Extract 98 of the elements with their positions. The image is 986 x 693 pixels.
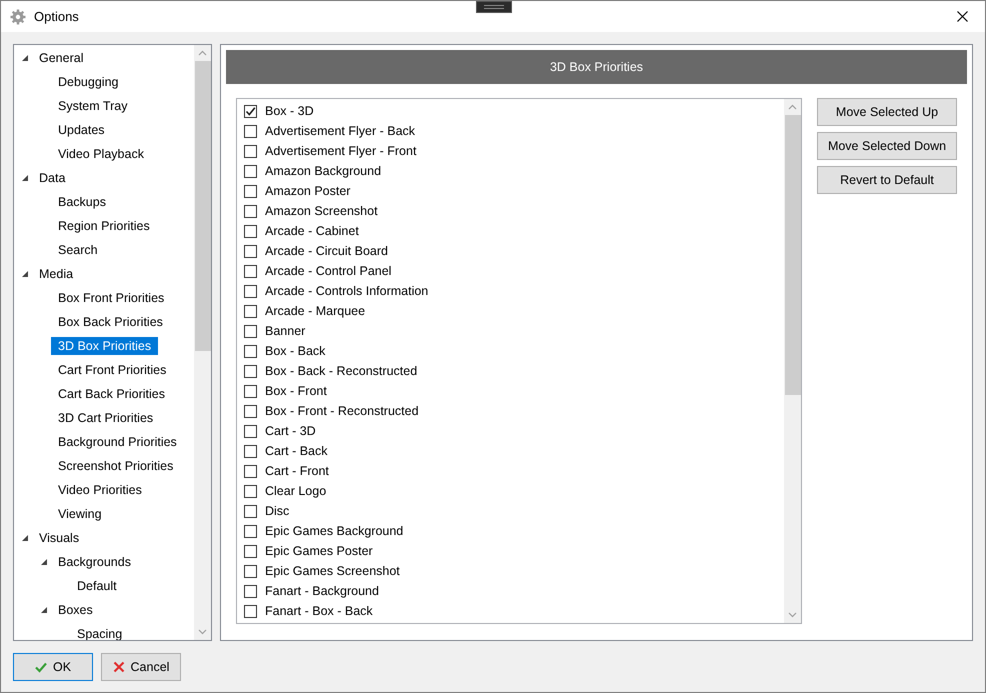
item-label[interactable]: Arcade - Marquee: [265, 304, 366, 318]
tree-item[interactable]: Video Priorities: [51, 481, 149, 499]
tree-item[interactable]: Backups: [51, 193, 113, 211]
tree-item[interactable]: Data: [32, 169, 72, 187]
item-label[interactable]: Advertisement Flyer - Back: [265, 124, 416, 138]
close-icon: [112, 661, 125, 673]
tree-item[interactable]: Region Priorities: [51, 217, 157, 235]
checkbox[interactable]: [244, 604, 257, 618]
checkbox[interactable]: [244, 524, 257, 538]
item-label[interactable]: Epic Games Background: [265, 524, 404, 538]
checkbox[interactable]: [244, 344, 257, 358]
item-label[interactable]: Epic Games Poster: [265, 544, 373, 558]
tree-item[interactable]: Updates: [51, 121, 112, 139]
tree-item[interactable]: Search: [51, 241, 105, 259]
item-label[interactable]: Disc: [265, 504, 290, 518]
window-title: Options: [34, 9, 79, 24]
checkbox[interactable]: [244, 564, 257, 578]
expanded-arrow-icon[interactable]: [40, 606, 48, 614]
checkbox[interactable]: [244, 464, 257, 478]
tree-item[interactable]: Viewing: [51, 505, 109, 523]
list-scrollbar[interactable]: [784, 99, 801, 623]
checkbox[interactable]: [244, 144, 257, 158]
item-label[interactable]: Advertisement Flyer - Front: [265, 144, 416, 158]
tree-item[interactable]: Cart Front Priorities: [51, 361, 174, 379]
item-label[interactable]: Cart - Front: [265, 464, 329, 478]
checkbox[interactable]: [244, 244, 257, 258]
tree-item[interactable]: Video Playback: [51, 145, 151, 163]
checkbox[interactable]: [244, 304, 257, 318]
checkbox[interactable]: [244, 164, 257, 178]
scroll-thumb[interactable]: [195, 61, 211, 351]
action-button[interactable]: Move Selected Up: [817, 98, 957, 126]
item-label[interactable]: Cart - 3D: [265, 424, 316, 438]
tree-item[interactable]: Box Front Priorities: [51, 289, 172, 307]
checkbox[interactable]: [244, 224, 257, 238]
item-label[interactable]: Amazon Poster: [265, 184, 350, 198]
expanded-arrow-icon[interactable]: [21, 54, 29, 62]
item-label[interactable]: Box - 3D: [265, 104, 314, 118]
tree-item[interactable]: System Tray: [51, 97, 134, 115]
checkbox[interactable]: [244, 444, 257, 458]
ok-button[interactable]: OK: [13, 653, 93, 681]
tree-item[interactable]: Backgrounds: [51, 553, 138, 571]
tree-item[interactable]: Default: [70, 577, 124, 595]
drag-handle-icon[interactable]: [476, 1, 512, 13]
expanded-arrow-icon[interactable]: [21, 534, 29, 542]
item-label[interactable]: Amazon Screenshot: [265, 204, 378, 218]
item-label[interactable]: Arcade - Cabinet: [265, 224, 359, 238]
tree-item[interactable]: Visuals: [32, 529, 86, 547]
checkbox[interactable]: [244, 364, 257, 378]
checkbox[interactable]: [244, 104, 257, 118]
item-label[interactable]: Arcade - Circuit Board: [265, 244, 388, 258]
checkbox[interactable]: [244, 544, 257, 558]
checkbox[interactable]: [244, 384, 257, 398]
checkbox[interactable]: [244, 324, 257, 338]
item-label[interactable]: Banner: [265, 324, 306, 338]
checkbox[interactable]: [244, 204, 257, 218]
checkmark-icon: [34, 661, 47, 673]
expanded-arrow-icon[interactable]: [21, 174, 29, 182]
tree-scrollbar[interactable]: [194, 45, 211, 640]
action-button[interactable]: Revert to Default: [817, 166, 957, 194]
tree-item[interactable]: Screenshot Priorities: [51, 457, 180, 475]
action-button[interactable]: Move Selected Down: [817, 132, 957, 160]
item-label[interactable]: Fanart - Box - Back: [265, 604, 373, 618]
checkbox[interactable]: [244, 184, 257, 198]
scroll-thumb[interactable]: [785, 115, 801, 395]
tree-item[interactable]: Background Priorities: [51, 433, 184, 451]
cancel-button[interactable]: Cancel: [101, 653, 181, 681]
checkbox[interactable]: [244, 404, 257, 418]
item-label[interactable]: Amazon Background: [265, 164, 382, 178]
close-icon[interactable]: [956, 11, 968, 22]
item-label[interactable]: Arcade - Control Panel: [265, 264, 392, 278]
checkbox[interactable]: [244, 264, 257, 278]
gear-icon: [10, 8, 26, 24]
tree-item[interactable]: Box Back Priorities: [51, 313, 170, 331]
tree-item[interactable]: Cart Back Priorities: [51, 385, 172, 403]
tree-item[interactable]: 3D Box Priorities: [51, 337, 158, 355]
item-label[interactable]: Epic Games Screenshot: [265, 564, 400, 578]
item-label[interactable]: Cart - Back: [265, 444, 328, 458]
item-label[interactable]: Arcade - Controls Information: [265, 284, 428, 298]
item-label[interactable]: Box - Front - Reconstructed: [265, 404, 419, 418]
item-label[interactable]: Clear Logo: [265, 484, 326, 498]
checkbox[interactable]: [244, 584, 257, 598]
tree-item[interactable]: Boxes: [51, 601, 100, 619]
checkbox[interactable]: [244, 284, 257, 298]
tree-item[interactable]: Media: [32, 265, 80, 283]
checkbox[interactable]: [244, 484, 257, 498]
item-label[interactable]: Box - Back - Reconstructed: [265, 364, 418, 378]
tree-item[interactable]: Debugging: [51, 73, 126, 91]
tree-item[interactable]: General: [32, 49, 90, 67]
item-label[interactable]: Box - Back: [265, 344, 326, 358]
item-label[interactable]: Box - Front: [265, 384, 327, 398]
checkbox[interactable]: [244, 424, 257, 438]
tree-item[interactable]: 3D Cart Priorities: [51, 409, 160, 427]
panel-title: 3D Box Priorities: [226, 50, 967, 84]
checkbox[interactable]: [244, 504, 257, 518]
expanded-arrow-icon[interactable]: [21, 270, 29, 278]
expanded-arrow-icon[interactable]: [40, 558, 48, 566]
checkbox[interactable]: [244, 124, 257, 138]
item-label[interactable]: Fanart - Background: [265, 584, 379, 598]
